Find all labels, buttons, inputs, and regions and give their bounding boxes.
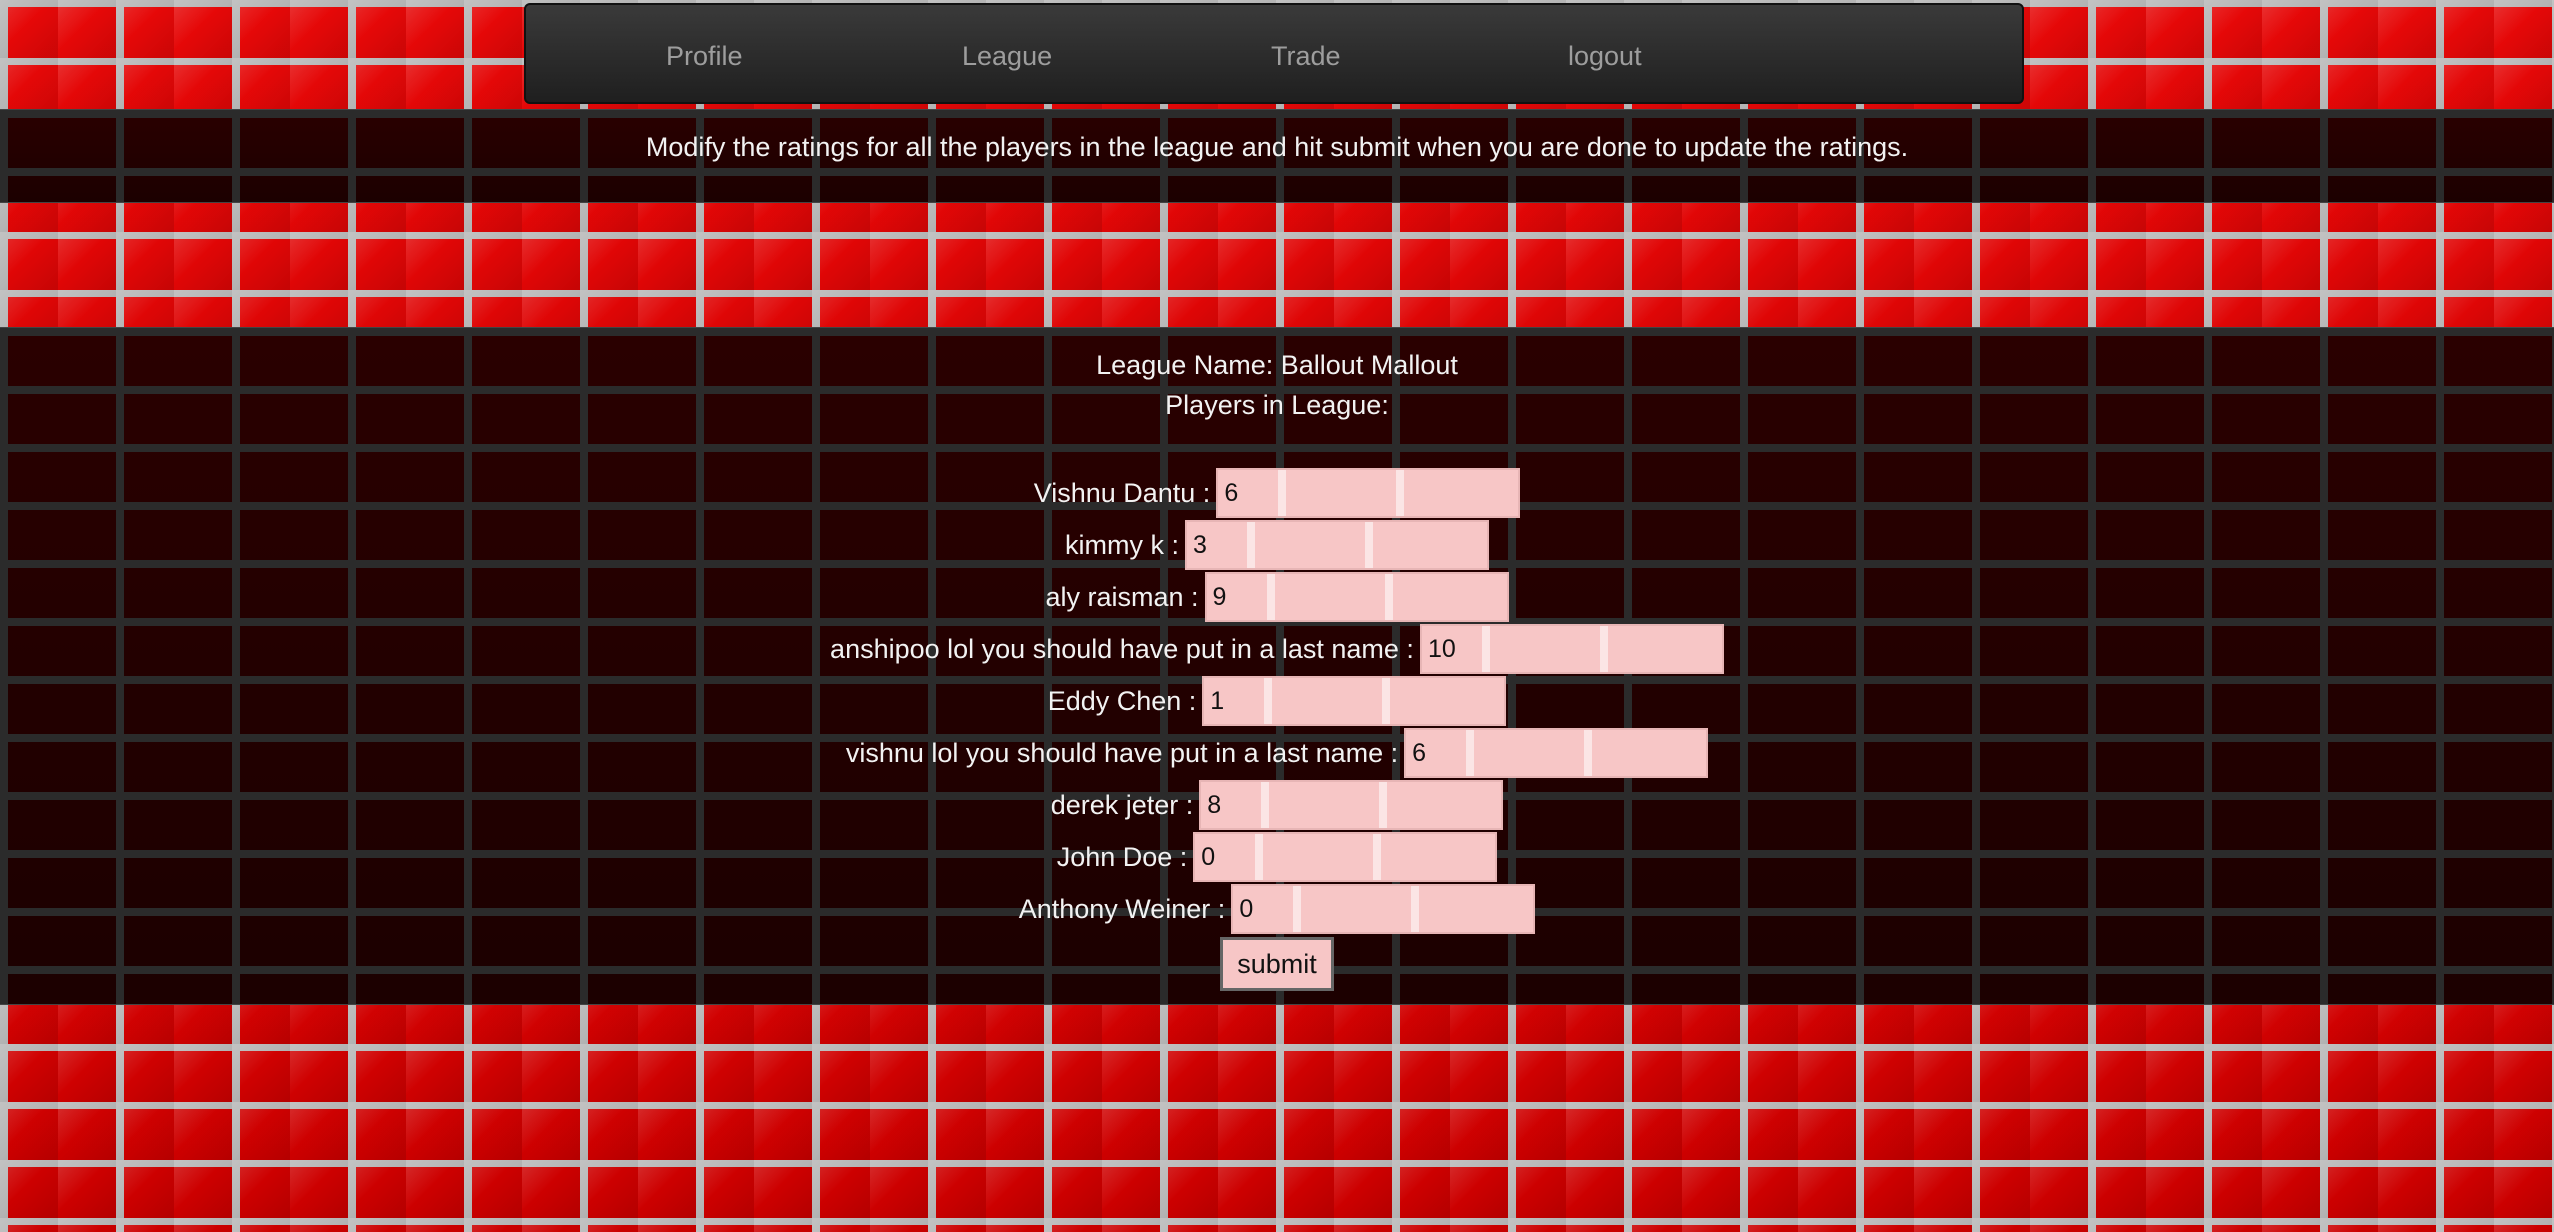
- nav-logout-link[interactable]: logout: [1568, 41, 1642, 72]
- submit-button[interactable]: submit: [1220, 937, 1334, 991]
- player-name-label: derek jeter :: [1050, 789, 1194, 820]
- player-name-label: John Doe :: [1056, 841, 1188, 872]
- player-row: Anthony Weiner :: [0, 883, 2554, 935]
- player-rating-input[interactable]: [1199, 780, 1504, 830]
- player-rating-input[interactable]: [1193, 832, 1498, 882]
- player-rating-input[interactable]: [1404, 728, 1709, 778]
- nav-trade-link[interactable]: Trade: [1271, 41, 1341, 72]
- player-row: John Doe :: [0, 831, 2554, 883]
- league-name: League Name: Ballout Mallout: [1096, 350, 1458, 380]
- player-rating-input[interactable]: [1216, 468, 1521, 518]
- instruction-panel: Modify the ratings for all the players i…: [0, 109, 2554, 203]
- player-row: kimmy k :: [0, 519, 2554, 571]
- nav-profile-link[interactable]: Profile: [666, 41, 743, 72]
- player-rating-input[interactable]: [1231, 884, 1536, 934]
- player-list: Vishnu Dantu : kimmy k : aly raisman : a…: [0, 467, 2554, 991]
- top-navbar: Profile League Trade logout: [524, 3, 2024, 104]
- player-row: Vishnu Dantu :: [0, 467, 2554, 519]
- player-row: aly raisman :: [0, 571, 2554, 623]
- player-name-label: Vishnu Dantu :: [1033, 477, 1211, 508]
- submit-row: submit: [0, 937, 2554, 991]
- player-name-label: anshipoo lol you should have put in a la…: [830, 633, 1414, 664]
- player-rating-input[interactable]: [1185, 520, 1489, 570]
- league-panel: League Name: Ballout Mallout Players in …: [0, 327, 2554, 1005]
- player-rating-input[interactable]: [1202, 676, 1507, 726]
- player-name-label: vishnu lol you should have put in a last…: [845, 737, 1399, 768]
- player-name-label: Anthony Weiner :: [1018, 893, 1226, 924]
- player-row: anshipoo lol you should have put in a la…: [0, 623, 2554, 675]
- players-heading: Players in League:: [1165, 390, 1389, 420]
- nav-league-link[interactable]: League: [962, 41, 1052, 72]
- player-row: vishnu lol you should have put in a last…: [0, 727, 2554, 779]
- player-name-label: Eddy Chen :: [1047, 685, 1197, 716]
- player-row: Eddy Chen :: [0, 675, 2554, 727]
- player-rating-input[interactable]: [1419, 624, 1724, 674]
- player-row: derek jeter :: [0, 779, 2554, 831]
- player-name-label: kimmy k :: [1065, 529, 1179, 560]
- player-rating-input[interactable]: [1204, 572, 1509, 622]
- instruction-text: Modify the ratings for all the players i…: [645, 132, 1909, 162]
- player-name-label: aly raisman :: [1045, 581, 1199, 612]
